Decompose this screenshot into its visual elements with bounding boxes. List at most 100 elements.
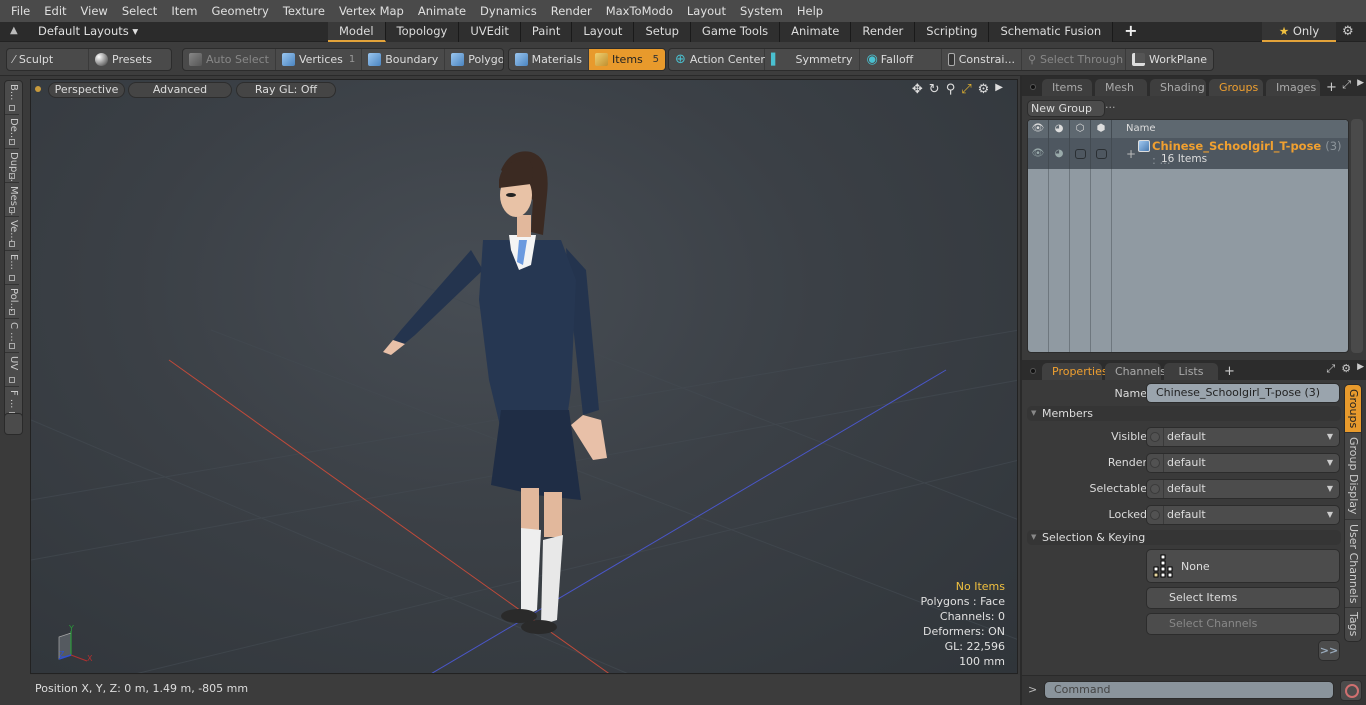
row-render-icon[interactable]: ◕ bbox=[1049, 138, 1070, 169]
record-macro-button[interactable] bbox=[1340, 680, 1362, 701]
maximize-panel-icon[interactable]: ⤢ bbox=[1342, 78, 1351, 92]
locked-dropdown[interactable]: default ▼ bbox=[1146, 505, 1340, 525]
menu-geometry[interactable]: Geometry bbox=[205, 0, 276, 22]
keying-mode-button[interactable]: None bbox=[1146, 549, 1340, 583]
visibility-column-icon[interactable]: 👁 bbox=[1028, 120, 1049, 138]
selection-keying-section[interactable]: Selection & Keying bbox=[1027, 530, 1341, 545]
items-button[interactable]: Items 5 bbox=[589, 49, 665, 70]
menu-vertex-map[interactable]: Vertex Map bbox=[332, 0, 411, 22]
render-dropdown[interactable]: default ▼ bbox=[1146, 453, 1340, 473]
left-tab-duplicate[interactable]: Dup... bbox=[5, 149, 19, 183]
falloff-button[interactable]: ◉ Falloff bbox=[860, 49, 942, 70]
panel-arrow-icon[interactable]: ▶ bbox=[1357, 78, 1364, 92]
left-tab-polygon[interactable]: Pol... bbox=[5, 285, 19, 319]
more-button[interactable]: >> bbox=[1318, 640, 1340, 661]
tab-properties[interactable]: Properties bbox=[1042, 363, 1108, 380]
group-list-scrollbar[interactable] bbox=[1351, 119, 1363, 353]
tab-images[interactable]: Images bbox=[1266, 79, 1320, 96]
tab-schematic-fusion[interactable]: Schematic Fusion bbox=[989, 22, 1114, 42]
maximize-icon[interactable]: ⤢ bbox=[961, 82, 971, 97]
row-select-toggle[interactable] bbox=[1091, 138, 1112, 169]
command-input[interactable]: Command bbox=[1044, 681, 1334, 699]
side-tab-groups[interactable]: Groups bbox=[1345, 385, 1361, 434]
row-visibility-icon[interactable]: 👁 bbox=[1028, 138, 1049, 169]
menu-item[interactable]: Item bbox=[164, 0, 204, 22]
tab-setup[interactable]: Setup bbox=[634, 22, 691, 42]
name-column-header[interactable]: Name bbox=[1112, 120, 1156, 138]
viewport-gear-icon[interactable]: ⚙ bbox=[978, 82, 990, 97]
expand-arrow-icon[interactable]: ▶ bbox=[995, 82, 1003, 97]
menu-file[interactable]: File bbox=[4, 0, 37, 22]
rotate-view-icon[interactable]: ↻ bbox=[929, 82, 940, 97]
menu-view[interactable]: View bbox=[74, 0, 115, 22]
group-row[interactable]: 👁 ◕ + Chinese_Schoolgirl_T-pose (3) : ..… bbox=[1028, 138, 1348, 169]
tab-shading[interactable]: Shading bbox=[1150, 79, 1206, 96]
side-tab-tags[interactable]: Tags bbox=[1345, 608, 1361, 640]
select-channels-button[interactable]: Select Channels bbox=[1146, 613, 1340, 635]
presets-button[interactable]: Presets bbox=[89, 49, 158, 70]
menu-render[interactable]: Render bbox=[544, 0, 599, 22]
tab-mesh[interactable]: Mesh ... bbox=[1095, 79, 1147, 111]
materials-button[interactable]: Materials bbox=[509, 49, 589, 70]
select-items-button[interactable]: Select Items bbox=[1146, 587, 1340, 609]
tab-lists[interactable]: Lists bbox=[1164, 363, 1218, 380]
add-panel-tab-button[interactable]: + bbox=[1323, 79, 1340, 96]
shading-dropdown[interactable]: Advanced bbox=[128, 82, 232, 98]
panel-menu-dot[interactable] bbox=[1030, 84, 1036, 90]
collapse-arrow-icon[interactable]: ▲ bbox=[10, 25, 18, 36]
left-tab-mesh-edit[interactable]: Mes... bbox=[5, 183, 19, 217]
left-tab-uv[interactable]: UV bbox=[5, 353, 19, 387]
left-tab-vertex[interactable]: Ve... bbox=[5, 217, 19, 251]
name-field[interactable]: Chinese_Schoolgirl_T-pose (3) bbox=[1146, 383, 1340, 403]
boundary-button[interactable]: Boundary bbox=[362, 49, 446, 70]
left-tab-edge[interactable]: E... bbox=[5, 251, 19, 285]
menu-edit[interactable]: Edit bbox=[37, 0, 73, 22]
select-column-icon[interactable]: ⬢ bbox=[1091, 120, 1112, 138]
tab-game-tools[interactable]: Game Tools bbox=[690, 22, 781, 42]
render-column-icon[interactable]: ◕ bbox=[1049, 120, 1070, 138]
tab-topology[interactable]: Topology bbox=[385, 22, 460, 42]
menu-texture[interactable]: Texture bbox=[276, 0, 332, 22]
left-small-tab[interactable] bbox=[4, 413, 23, 435]
expand-plus-icon[interactable]: + bbox=[1126, 147, 1136, 161]
move-view-icon[interactable]: ✥ bbox=[912, 82, 923, 97]
viewport-menu-dot[interactable] bbox=[35, 86, 41, 92]
only-button[interactable]: ★ Only bbox=[1262, 22, 1336, 42]
tab-channels[interactable]: Channels bbox=[1105, 363, 1166, 380]
menu-help[interactable]: Help bbox=[790, 0, 830, 22]
menu-select[interactable]: Select bbox=[115, 0, 164, 22]
left-tab-basic[interactable]: B... bbox=[5, 81, 19, 115]
tab-items[interactable]: Items bbox=[1042, 79, 1092, 96]
menu-maxtomodo[interactable]: MaxToModo bbox=[599, 0, 680, 22]
side-tab-user-channels[interactable]: User Channels bbox=[1345, 520, 1361, 609]
new-group-button[interactable]: New Group bbox=[1027, 100, 1105, 117]
symmetry-button[interactable]: ▌ Symmetry bbox=[765, 49, 861, 70]
tab-scripting[interactable]: Scripting bbox=[915, 22, 990, 42]
perspective-dropdown[interactable]: Perspective bbox=[48, 82, 125, 98]
tab-model[interactable]: Model bbox=[328, 22, 386, 42]
add-properties-tab-button[interactable]: + bbox=[1221, 363, 1238, 380]
lock-column-icon[interactable]: ⬡ bbox=[1070, 120, 1091, 138]
tab-paint[interactable]: Paint bbox=[520, 22, 573, 42]
zoom-view-icon[interactable]: ⚲ bbox=[946, 82, 956, 97]
left-tab-deform[interactable]: De... bbox=[5, 115, 19, 149]
character-model[interactable] bbox=[371, 140, 631, 640]
sculpt-button[interactable]: ⁄ Sculpt bbox=[7, 49, 89, 70]
3d-viewport[interactable]: Perspective Advanced Ray GL: Off ✥ ↻ ⚲ ⤢… bbox=[30, 79, 1018, 674]
menu-layout[interactable]: Layout bbox=[680, 0, 733, 22]
row-lock-toggle[interactable] bbox=[1070, 138, 1091, 169]
tab-uvedit[interactable]: UVEdit bbox=[459, 22, 521, 42]
constraints-button[interactable]: Constrai... bbox=[942, 49, 1022, 70]
selectable-dropdown[interactable]: default ▼ bbox=[1146, 479, 1340, 499]
action-center-button[interactable]: ⊕ Action Center bbox=[669, 49, 765, 70]
add-tab-button[interactable]: + bbox=[1113, 22, 1148, 42]
tab-layout[interactable]: Layout bbox=[572, 22, 635, 42]
vertices-button[interactable]: Vertices 1 bbox=[276, 49, 363, 70]
polygons-button[interactable]: Polygons bbox=[445, 49, 503, 70]
select-through-button[interactable]: ⚲ Select Through bbox=[1022, 49, 1126, 70]
side-tab-group-display[interactable]: Group Display bbox=[1345, 433, 1361, 520]
properties-menu-dot[interactable] bbox=[1030, 368, 1036, 374]
workplane-button[interactable]: WorkPlane bbox=[1126, 49, 1213, 70]
properties-arrow-icon[interactable]: ▶ bbox=[1357, 362, 1364, 376]
tab-groups[interactable]: Groups bbox=[1209, 79, 1263, 96]
